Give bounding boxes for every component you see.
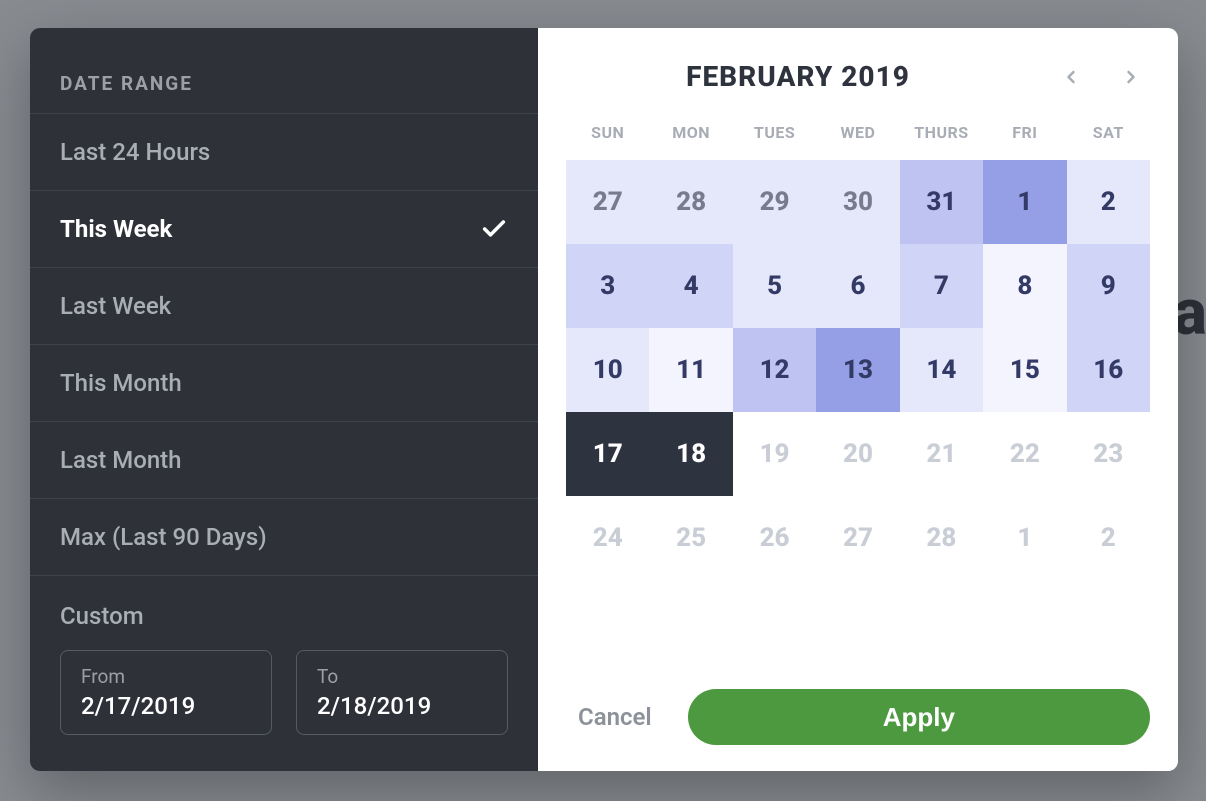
calendar-day[interactable]: 13 (816, 328, 899, 412)
calendar-day: 26 (733, 496, 816, 580)
calendar-day: 21 (900, 412, 983, 496)
preset-label: This Month (60, 369, 182, 397)
calendar-title: FEBRUARY 2019 (686, 60, 910, 93)
dow-header: THURS (900, 123, 983, 160)
calendar-day[interactable]: 18 (649, 412, 732, 496)
cancel-button[interactable]: Cancel (566, 693, 664, 741)
preset-label: Last 24 Hours (60, 138, 210, 166)
preset-max-90-days[interactable]: Max (Last 90 Days) (30, 498, 538, 575)
check-icon (480, 215, 508, 243)
calendar-day[interactable]: 4 (649, 244, 732, 328)
calendar-day: 1 (983, 496, 1066, 580)
custom-inputs: From To (30, 630, 538, 761)
calendar-day: 24 (566, 496, 649, 580)
calendar-day: 20 (816, 412, 899, 496)
to-date-field[interactable]: To (296, 650, 508, 735)
chevron-right-icon (1121, 67, 1141, 87)
dow-header: SAT (1067, 123, 1150, 160)
calendar-day[interactable]: 8 (983, 244, 1066, 328)
preset-label: Last Month (60, 446, 182, 474)
calendar-day[interactable]: 6 (816, 244, 899, 328)
calendar-day[interactable]: 27 (566, 160, 649, 244)
dow-header: WED (816, 123, 899, 160)
calendar-grid: SUNMONTUESWEDTHURSFRISAT2728293031123456… (566, 123, 1150, 580)
preset-label: Max (Last 90 Days) (60, 523, 267, 551)
panel-title: DATE RANGE (30, 46, 538, 113)
calendar-day: 2 (1067, 496, 1150, 580)
preset-panel: DATE RANGE Last 24 Hours This Week Last … (30, 28, 538, 771)
calendar-day[interactable]: 29 (733, 160, 816, 244)
calendar-day[interactable]: 3 (566, 244, 649, 328)
chevron-left-icon (1061, 67, 1081, 87)
calendar-day[interactable]: 9 (1067, 244, 1150, 328)
calendar-day: 27 (816, 496, 899, 580)
dow-header: FRI (983, 123, 1066, 160)
calendar-day[interactable]: 12 (733, 328, 816, 412)
calendar-day[interactable]: 1 (983, 160, 1066, 244)
preset-label: This Week (60, 215, 172, 243)
calendar-day[interactable]: 15 (983, 328, 1066, 412)
preset-list: Last 24 Hours This Week Last Week This M… (30, 113, 538, 575)
calendar-day[interactable]: 14 (900, 328, 983, 412)
preset-this-month[interactable]: This Month (30, 344, 538, 421)
calendar-day[interactable]: 7 (900, 244, 983, 328)
from-date-field[interactable]: From (60, 650, 272, 735)
preset-this-week[interactable]: This Week (30, 190, 538, 267)
to-date-input[interactable] (317, 692, 487, 720)
dow-header: MON (649, 123, 732, 160)
prev-month-button[interactable] (1056, 62, 1086, 92)
custom-label: Custom (30, 575, 538, 630)
calendar-day[interactable]: 30 (816, 160, 899, 244)
calendar-day: 23 (1067, 412, 1150, 496)
from-label: From (81, 665, 251, 688)
calendar-day[interactable]: 31 (900, 160, 983, 244)
calendar-day[interactable]: 28 (649, 160, 732, 244)
calendar-day[interactable]: 17 (566, 412, 649, 496)
from-date-input[interactable] (81, 692, 251, 720)
date-range-picker: DATE RANGE Last 24 Hours This Week Last … (30, 28, 1178, 771)
calendar-header: FEBRUARY 2019 (566, 52, 1150, 123)
dow-header: TUES (733, 123, 816, 160)
calendar-day: 22 (983, 412, 1066, 496)
preset-last-week[interactable]: Last Week (30, 267, 538, 344)
calendar-panel: FEBRUARY 2019 SUNMONTUESWEDTHURSFRISAT27… (538, 28, 1178, 771)
calendar-day: 25 (649, 496, 732, 580)
calendar-day: 19 (733, 412, 816, 496)
next-month-button[interactable] (1116, 62, 1146, 92)
calendar-day[interactable]: 5 (733, 244, 816, 328)
to-label: To (317, 665, 487, 688)
preset-last-month[interactable]: Last Month (30, 421, 538, 498)
apply-button[interactable]: Apply (688, 689, 1150, 745)
calendar-day[interactable]: 16 (1067, 328, 1150, 412)
preset-label: Last Week (60, 292, 171, 320)
calendar-day: 28 (900, 496, 983, 580)
action-row: Cancel Apply (566, 661, 1150, 745)
preset-last-24-hours[interactable]: Last 24 Hours (30, 113, 538, 190)
calendar-day[interactable]: 10 (566, 328, 649, 412)
calendar-day[interactable]: 2 (1067, 160, 1150, 244)
calendar-day[interactable]: 11 (649, 328, 732, 412)
dow-header: SUN (566, 123, 649, 160)
